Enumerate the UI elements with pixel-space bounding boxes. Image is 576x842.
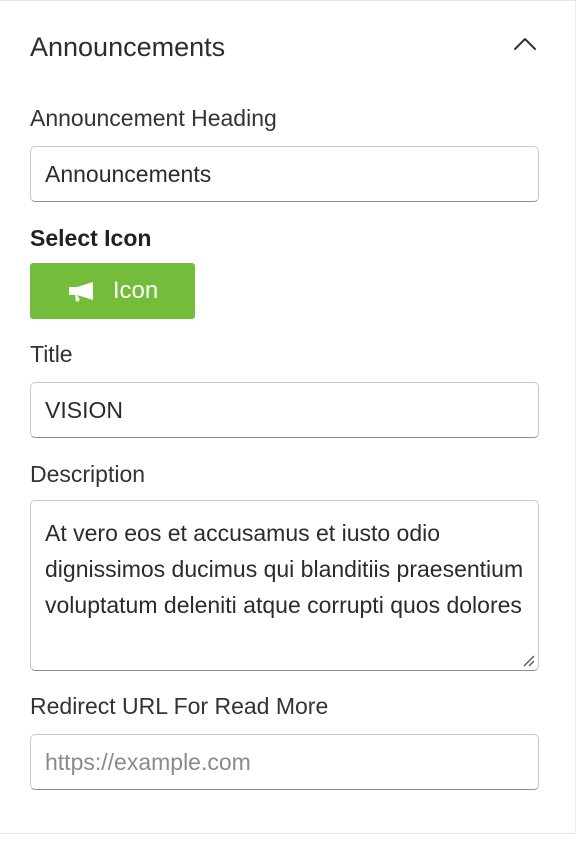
section-header[interactable]: Announcements <box>0 1 575 93</box>
title-input[interactable] <box>30 382 539 438</box>
announcements-panel: Announcements Announcement Heading Selec… <box>0 0 576 842</box>
resize-handle-icon[interactable] <box>520 652 536 668</box>
redirect-url-label: Redirect URL For Read More <box>30 693 329 719</box>
select-icon-label: Select Icon <box>30 225 152 251</box>
megaphone-icon <box>68 282 93 302</box>
heading-label: Announcement Heading <box>30 105 277 131</box>
description-label: Description <box>30 461 146 487</box>
panel-bottom-divider <box>0 833 576 834</box>
chevron-up-icon <box>514 38 536 50</box>
title-label: Title <box>30 341 73 367</box>
description-textarea[interactable] <box>31 501 538 670</box>
select-icon-button[interactable]: Icon <box>30 263 195 319</box>
select-icon-button-label: Icon <box>112 277 159 304</box>
section-title: Announcements <box>30 32 226 62</box>
description-field <box>30 500 539 671</box>
heading-input[interactable] <box>30 146 539 202</box>
redirect-url-input[interactable] <box>30 734 539 790</box>
collapse-button[interactable] <box>508 31 542 59</box>
